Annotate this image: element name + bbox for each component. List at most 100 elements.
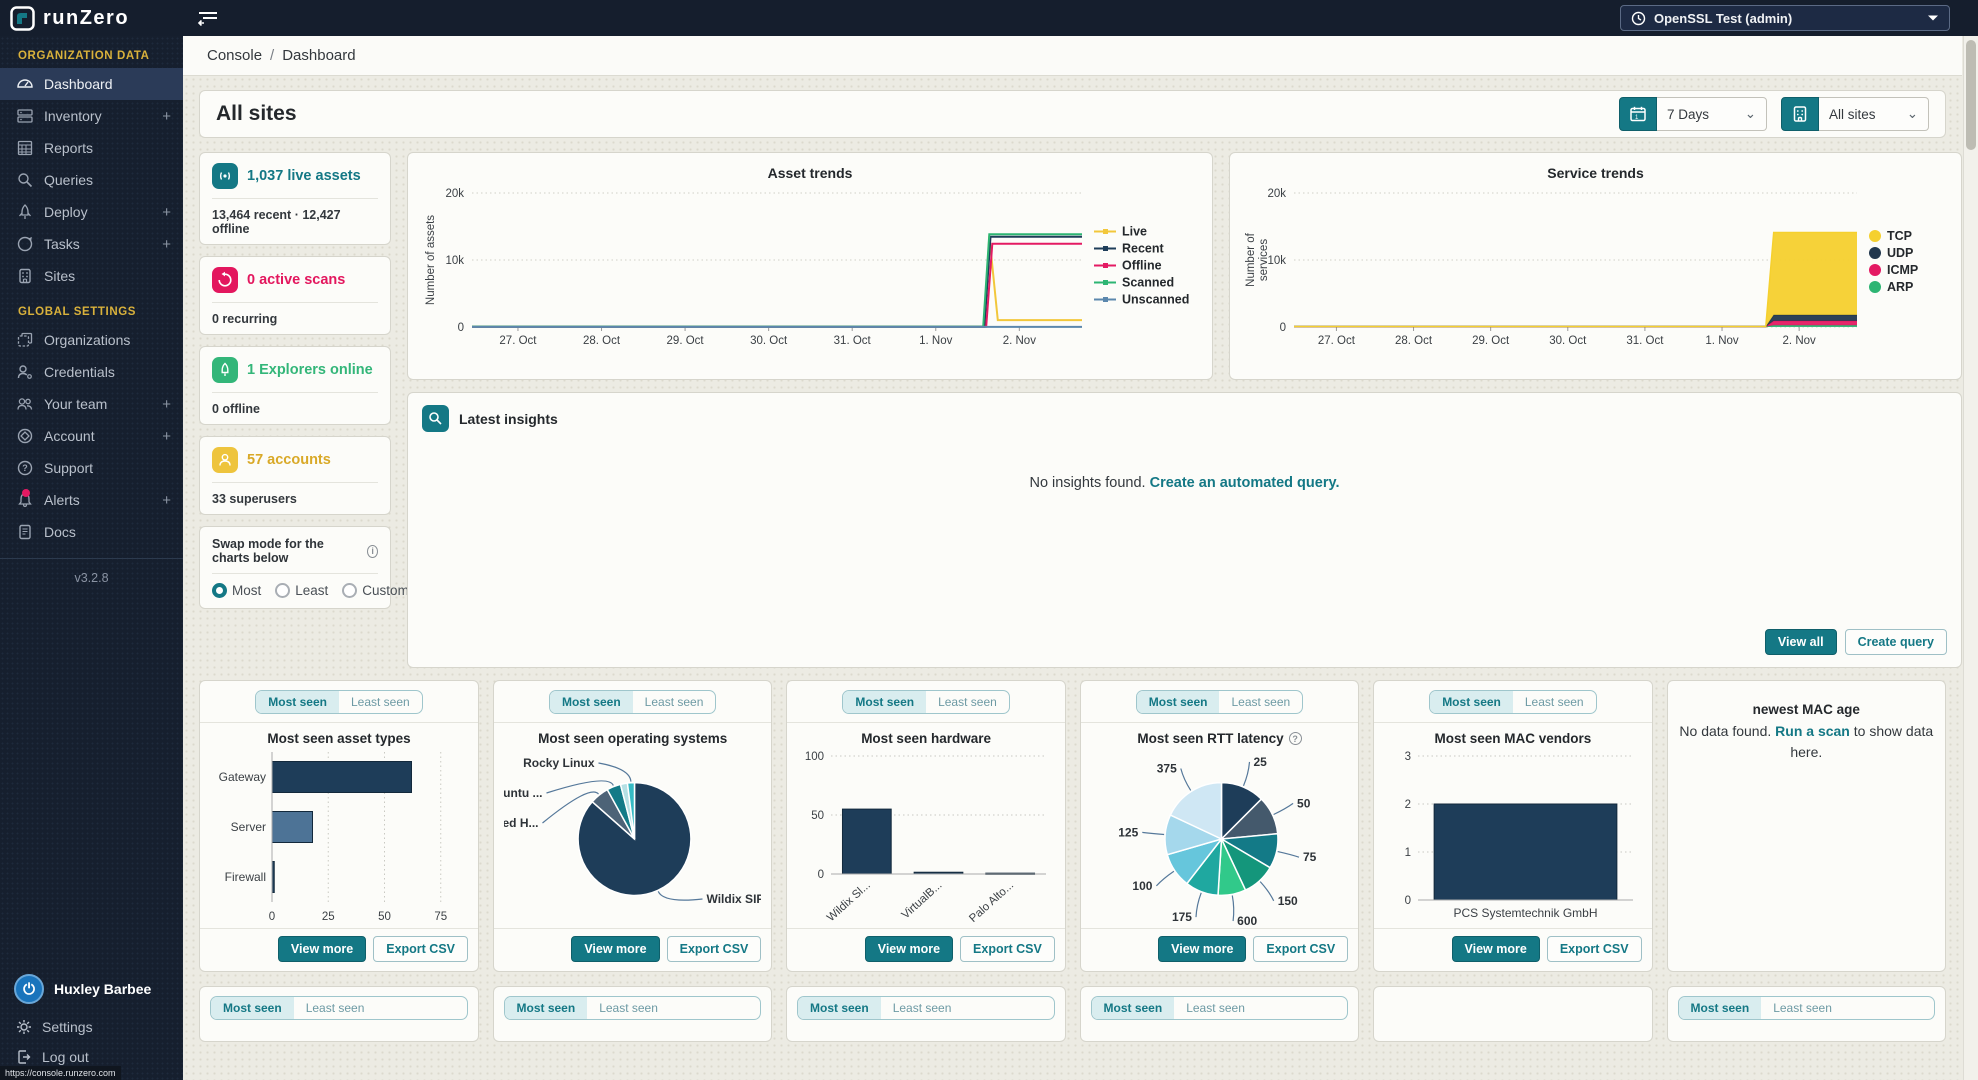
- scrollbar-thumb[interactable]: [1966, 40, 1976, 150]
- sidebar-item-reports[interactable]: Reports: [0, 132, 183, 164]
- svg-text:100: 100: [1132, 879, 1152, 893]
- toggle-least-seen[interactable]: Least seen: [587, 997, 670, 1019]
- toggle-least-seen[interactable]: Least seen: [339, 691, 422, 713]
- radio-button[interactable]: [342, 583, 357, 598]
- toggle-most-seen[interactable]: Most seen: [505, 997, 588, 1019]
- sidebar-item-settings[interactable]: Settings: [0, 1012, 183, 1042]
- expand-plus-icon[interactable]: +: [162, 204, 171, 221]
- partial-card-0: Most seen Least seen: [199, 986, 479, 1042]
- sidebar-item-queries[interactable]: Queries: [0, 164, 183, 196]
- view-more-button[interactable]: View more: [1452, 936, 1540, 962]
- info-icon[interactable]: ?: [1289, 732, 1302, 745]
- toggle-least-seen[interactable]: Least seen: [881, 997, 964, 1019]
- menu-toggle-icon[interactable]: [197, 10, 219, 26]
- toggle-least-seen[interactable]: Least seen: [926, 691, 1009, 713]
- seen-toggle[interactable]: Most seen Least seen: [1678, 996, 1936, 1020]
- seen-toggle[interactable]: Most seen Least seen: [549, 690, 716, 714]
- svg-text:0: 0: [818, 869, 824, 881]
- toggle-least-seen[interactable]: Least seen: [1761, 997, 1844, 1019]
- toggle-most-seen[interactable]: Most seen: [1137, 691, 1220, 713]
- sidebar-item-dashboard[interactable]: Dashboard: [0, 68, 183, 100]
- expand-plus-icon[interactable]: +: [162, 396, 171, 413]
- svg-text:150: 150: [1277, 894, 1297, 908]
- view-more-button[interactable]: View more: [865, 936, 953, 962]
- svg-text:Wildix SIP ...: Wildix SIP ...: [707, 892, 762, 906]
- view-more-button[interactable]: View more: [278, 936, 366, 962]
- seen-toggle[interactable]: Most seen Least seen: [1136, 690, 1303, 714]
- sidebar-item-alerts[interactable]: Alerts+: [0, 484, 183, 516]
- sidebar-item-organizations[interactable]: Organizations: [0, 324, 183, 356]
- toggle-most-seen[interactable]: Most seen: [1092, 997, 1175, 1019]
- seen-toggle[interactable]: Most seen Least seen: [1429, 690, 1596, 714]
- stats-column: 1,037 live assets 13,464 recent · 12,427…: [199, 152, 391, 668]
- export-csv-button[interactable]: Export CSV: [1547, 936, 1642, 962]
- expand-plus-icon[interactable]: +: [162, 428, 171, 445]
- toggle-most-seen[interactable]: Most seen: [843, 691, 926, 713]
- account-icon: [16, 427, 34, 445]
- toggle-least-seen[interactable]: Least seen: [633, 691, 716, 713]
- info-icon[interactable]: i: [367, 545, 378, 558]
- seen-toggle[interactable]: Most seen Least seen: [210, 996, 468, 1020]
- view-more-button[interactable]: View more: [1158, 936, 1246, 962]
- stat-title[interactable]: 57 accounts: [247, 452, 331, 468]
- view-all-button[interactable]: View all: [1765, 629, 1837, 655]
- sidebar-item-tasks[interactable]: Tasks+: [0, 228, 183, 260]
- stat-title[interactable]: 1,037 live assets: [247, 168, 361, 184]
- radio-custom[interactable]: Custom: [342, 583, 409, 598]
- asset-trends-card: Asset trends 010k20k27. Oct28. Oct29. Oc…: [407, 152, 1213, 380]
- user-menu[interactable]: ⏻ Huxley Barbee: [0, 966, 183, 1012]
- sidebar-nav-global: OrganizationsCredentialsYour team+Accoun…: [0, 324, 183, 548]
- create-query-button[interactable]: Create query: [1845, 629, 1947, 655]
- scan-icon: [212, 267, 238, 293]
- toggle-least-seen[interactable]: Least seen: [1174, 997, 1257, 1019]
- sidebar-item-inventory[interactable]: Inventory+: [0, 100, 183, 132]
- svg-text:2. Nov: 2. Nov: [1783, 335, 1816, 347]
- expand-plus-icon[interactable]: +: [162, 492, 171, 509]
- radio-button[interactable]: [212, 583, 227, 598]
- sidebar-item-account[interactable]: Account+: [0, 420, 183, 452]
- stat-title[interactable]: 0 active scans: [247, 272, 345, 288]
- toggle-least-seen[interactable]: Least seen: [294, 997, 377, 1019]
- date-range-selector[interactable]: 1 7 Days ⌄: [1619, 97, 1767, 131]
- sidebar-item-support[interactable]: ?Support: [0, 452, 183, 484]
- sidebar-item-credentials[interactable]: Credentials: [0, 356, 183, 388]
- run-a-scan-link[interactable]: Run a scan: [1775, 723, 1850, 739]
- seen-toggle[interactable]: Most seen Least seen: [842, 690, 1009, 714]
- toggle-most-seen[interactable]: Most seen: [550, 691, 633, 713]
- sidebar-item-sites[interactable]: Sites: [0, 260, 183, 292]
- expand-plus-icon[interactable]: +: [162, 236, 171, 253]
- sidebar-item-deploy[interactable]: Deploy+: [0, 196, 183, 228]
- toggle-least-seen[interactable]: Least seen: [1513, 691, 1596, 713]
- scrollbar[interactable]: [1963, 36, 1978, 1080]
- toggle-most-seen[interactable]: Most seen: [211, 997, 294, 1019]
- breadcrumb-console[interactable]: Console: [207, 47, 262, 64]
- toggle-most-seen[interactable]: Most seen: [1679, 997, 1762, 1019]
- export-csv-button[interactable]: Export CSV: [1253, 936, 1348, 962]
- create-automated-query-link[interactable]: Create an automated query.: [1150, 475, 1340, 491]
- svg-text:30. Oct: 30. Oct: [1549, 335, 1587, 347]
- toggle-most-seen[interactable]: Most seen: [1430, 691, 1513, 713]
- export-csv-button[interactable]: Export CSV: [960, 936, 1055, 962]
- toggle-most-seen[interactable]: Most seen: [256, 691, 339, 713]
- expand-plus-icon[interactable]: +: [162, 108, 171, 125]
- seen-toggle[interactable]: Most seen Least seen: [1091, 996, 1349, 1020]
- seen-toggle[interactable]: Most seen Least seen: [255, 690, 422, 714]
- seen-toggle[interactable]: Most seen Least seen: [504, 996, 762, 1020]
- toggle-least-seen[interactable]: Least seen: [1219, 691, 1302, 713]
- site-filter-selector[interactable]: All sites ⌄: [1781, 97, 1929, 131]
- radio-most[interactable]: Most: [212, 583, 261, 598]
- docs-icon: [16, 523, 34, 541]
- radio-button[interactable]: [275, 583, 290, 598]
- sidebar-item-your-team[interactable]: Your team+: [0, 388, 183, 420]
- sidebar-item-docs[interactable]: Docs: [0, 516, 183, 548]
- insights-empty-state: No insights found. Create an automated q…: [408, 475, 1961, 491]
- radio-least[interactable]: Least: [275, 583, 328, 598]
- svg-text:?: ?: [22, 463, 28, 473]
- stat-title[interactable]: 1 Explorers online: [247, 362, 373, 378]
- toggle-most-seen[interactable]: Most seen: [798, 997, 881, 1019]
- seen-toggle[interactable]: Most seen Least seen: [797, 996, 1055, 1020]
- view-more-button[interactable]: View more: [571, 936, 659, 962]
- export-csv-button[interactable]: Export CSV: [373, 936, 468, 962]
- export-csv-button[interactable]: Export CSV: [667, 936, 762, 962]
- organization-selector[interactable]: OpenSSL Test (admin): [1620, 5, 1950, 31]
